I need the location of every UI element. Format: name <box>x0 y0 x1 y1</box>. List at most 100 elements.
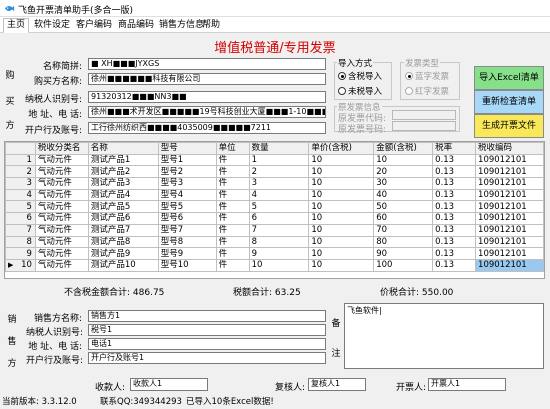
table-cell[interactable]: 0.13 <box>432 165 477 179</box>
table-cell[interactable]: 109012101 <box>475 247 544 260</box>
buyer-taxid-input[interactable]: 91320312■■■NN3■■ <box>88 91 326 103</box>
table-cell[interactable]: 件 <box>215 153 250 167</box>
table-cell[interactable]: 8 <box>248 235 310 249</box>
row-number[interactable]: 4 <box>5 188 36 202</box>
row-number[interactable]: 5 <box>5 200 36 214</box>
table-cell[interactable]: 109012101 <box>475 235 544 249</box>
table-cell[interactable]: 件 <box>215 177 250 190</box>
table-cell[interactable]: 件 <box>215 247 250 260</box>
table-cell-selected[interactable]: 109012101 <box>475 258 544 272</box>
buyer-shortname-input[interactable]: ■ XH■■■JYXGS <box>88 58 326 70</box>
row-number[interactable]: 6 <box>5 212 36 225</box>
table-cell[interactable]: 0.13 <box>432 258 477 272</box>
table-cell[interactable]: 测试产品9 <box>87 247 159 260</box>
table-cell[interactable]: 型号1 <box>157 153 217 167</box>
drawer-input[interactable]: 开票人1 <box>428 378 506 391</box>
table-cell[interactable]: 型号4 <box>157 188 217 202</box>
radio-tax-included[interactable]: 含税导入 <box>338 70 382 82</box>
original-code-input[interactable] <box>392 110 456 120</box>
table-cell[interactable]: 10 <box>308 247 375 260</box>
table-cell[interactable]: 60 <box>373 212 434 225</box>
table-cell[interactable]: 0.13 <box>432 200 477 214</box>
table-cell[interactable]: 80 <box>373 235 434 249</box>
row-number[interactable]: 3 <box>5 177 36 190</box>
table-cell[interactable]: 5 <box>248 200 310 214</box>
table-row[interactable]: 5 气动元件 测试产品5 型号5 件 5 10 50 0.13 109012101 <box>5 200 544 214</box>
radio-tax-excluded[interactable]: 未税导入 <box>338 85 382 97</box>
row-number[interactable]: ▶ 10 <box>5 258 36 272</box>
table-cell[interactable]: 109012101 <box>475 165 544 179</box>
column-header[interactable]: 单位 <box>215 142 250 155</box>
table-cell[interactable]: 30 <box>373 177 434 190</box>
table-cell[interactable]: 测试产品3 <box>87 177 159 190</box>
column-header[interactable]: 名称 <box>87 142 159 155</box>
column-header[interactable]: 金额(含税) <box>373 142 434 155</box>
table-cell[interactable]: 件 <box>215 188 250 202</box>
table-cell[interactable]: 10 <box>308 258 375 272</box>
table-cell[interactable]: 测试产品7 <box>87 223 159 237</box>
invoice-items-grid[interactable]: 税收分类名 名称 型号 单位 数量 单价(含税) 金额(含税) 税率 税收编码 … <box>4 141 545 279</box>
table-cell[interactable]: 10 <box>373 153 434 167</box>
table-cell[interactable]: 气动元件 <box>34 165 89 179</box>
row-number[interactable]: 7 <box>5 223 36 237</box>
buyer-address-input[interactable]: 徐州■■■术开发区■■■■■19号科技创业大厦■■■1-10■■■15室1 <box>88 106 326 118</box>
table-cell[interactable]: 0.13 <box>432 188 477 202</box>
table-cell[interactable]: 型号3 <box>157 177 217 190</box>
table-cell[interactable]: 型号10 <box>157 258 217 272</box>
table-row[interactable]: 6 气动元件 测试产品6 型号6 件 6 10 60 0.13 109012101 <box>5 212 544 225</box>
table-cell[interactable]: 件 <box>215 212 250 225</box>
reviewer-input[interactable]: 复核人1 <box>308 378 366 391</box>
seller-name-input[interactable]: 销售方1 <box>88 310 326 322</box>
table-cell[interactable]: 9 <box>248 247 310 260</box>
table-row[interactable]: 1 气动元件 测试产品1 型号1 件 1 10 10 0.13 109012101 <box>5 153 544 167</box>
menu-home[interactable]: 主页 <box>3 18 30 33</box>
table-cell[interactable]: 109012101 <box>475 177 544 190</box>
column-header[interactable]: 税收编码 <box>475 142 544 155</box>
table-cell[interactable]: 70 <box>373 223 434 237</box>
table-cell[interactable]: 型号8 <box>157 235 217 249</box>
table-cell[interactable]: 气动元件 <box>34 258 89 272</box>
table-cell[interactable]: 10 <box>248 258 310 272</box>
table-cell[interactable]: 型号7 <box>157 223 217 237</box>
table-cell[interactable]: 4 <box>248 188 310 202</box>
table-cell[interactable]: 109012101 <box>475 223 544 237</box>
table-cell[interactable]: 10 <box>308 223 375 237</box>
table-cell[interactable]: 测试产品1 <box>87 153 159 167</box>
table-cell[interactable]: 件 <box>215 200 250 214</box>
import-excel-button[interactable]: 导入Excel清单 <box>474 66 544 90</box>
table-cell[interactable]: 3 <box>248 177 310 190</box>
table-cell[interactable]: 件 <box>215 165 250 179</box>
table-cell[interactable]: 测试产品10 <box>87 258 159 272</box>
row-number[interactable]: 8 <box>5 235 36 249</box>
table-cell[interactable]: 气动元件 <box>34 212 89 225</box>
table-cell[interactable]: 0.13 <box>432 223 477 237</box>
table-row[interactable]: 2 气动元件 测试产品2 型号2 件 2 10 20 0.13 109012101 <box>5 165 544 179</box>
table-cell[interactable]: 20 <box>373 165 434 179</box>
table-cell[interactable]: 10 <box>308 177 375 190</box>
row-number[interactable]: 2 <box>5 165 36 179</box>
table-cell[interactable]: 测试产品6 <box>87 212 159 225</box>
table-cell[interactable]: 109012101 <box>475 212 544 225</box>
column-header[interactable]: 型号 <box>157 142 217 155</box>
table-cell[interactable]: 气动元件 <box>34 235 89 249</box>
table-cell[interactable]: 件 <box>215 223 250 237</box>
table-cell[interactable]: 气动元件 <box>34 247 89 260</box>
row-number[interactable]: 1 <box>5 153 36 167</box>
table-row[interactable]: 4 气动元件 测试产品4 型号4 件 4 10 40 0.13 109012101 <box>5 188 544 202</box>
table-cell[interactable]: 型号2 <box>157 165 217 179</box>
menu-settings[interactable]: 软件设定 <box>31 19 73 32</box>
row-number[interactable]: 9 <box>5 247 36 260</box>
table-row[interactable]: 3 气动元件 测试产品3 型号3 件 3 10 30 0.13 109012101 <box>5 177 544 190</box>
table-cell[interactable]: 测试产品5 <box>87 200 159 214</box>
seller-address-input[interactable]: 电话1 <box>88 338 326 350</box>
table-cell[interactable]: 型号6 <box>157 212 217 225</box>
table-cell[interactable]: 件 <box>215 235 250 249</box>
table-cell[interactable]: 0.13 <box>432 177 477 190</box>
table-cell[interactable]: 109012101 <box>475 153 544 167</box>
table-cell[interactable]: 件 <box>215 258 250 272</box>
table-cell[interactable]: 测试产品4 <box>87 188 159 202</box>
original-number-input[interactable] <box>392 121 456 131</box>
column-header[interactable]: 单价(含税) <box>308 142 375 155</box>
table-cell[interactable]: 型号9 <box>157 247 217 260</box>
table-row[interactable]: 9 气动元件 测试产品9 型号9 件 9 10 90 0.13 109012101 <box>5 247 544 260</box>
